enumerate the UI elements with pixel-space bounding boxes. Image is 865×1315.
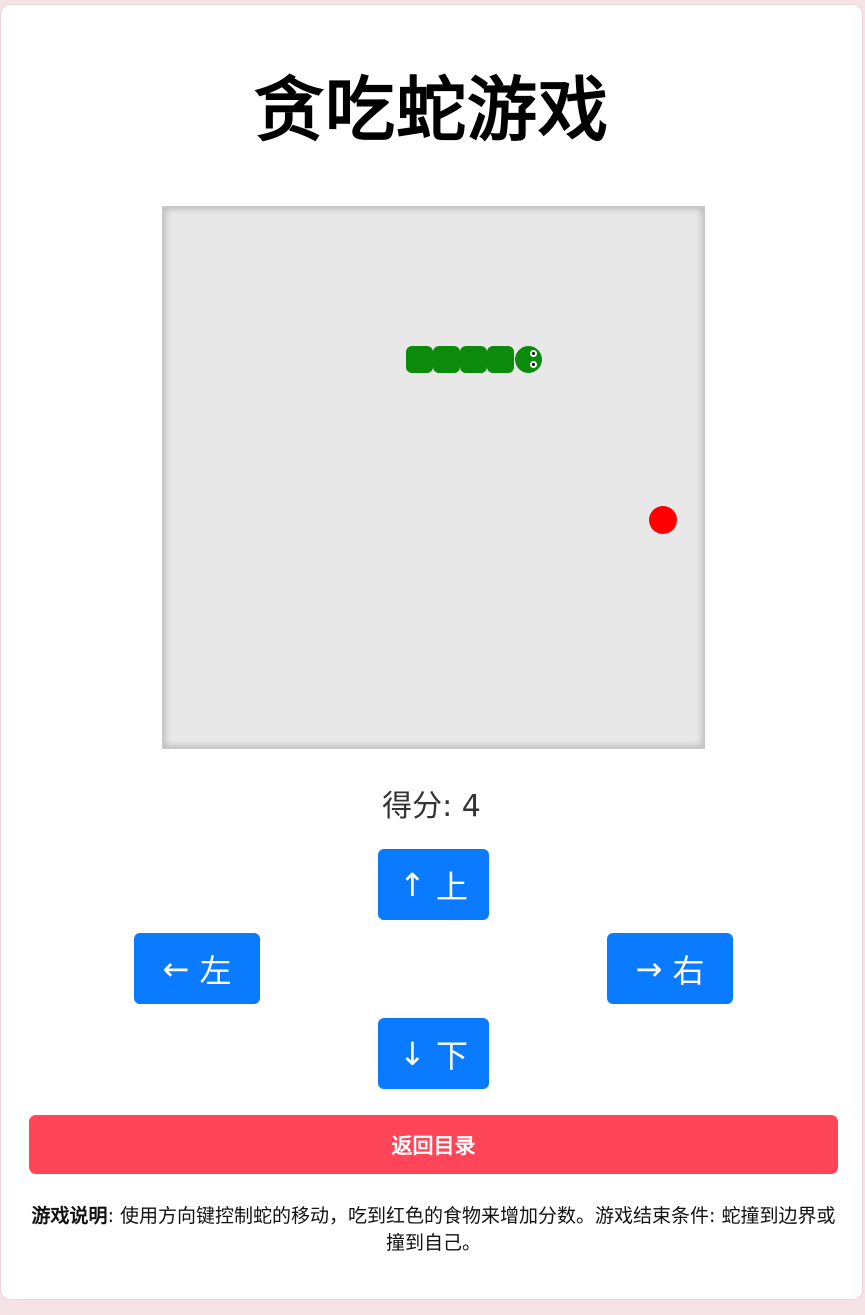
snake-body-segment (433, 346, 460, 373)
game-card: 贪吃蛇游戏 得分: 4 ↑ 上 ← 左 → 右 ↓ 下 返回目录 游戏说明: 使… (0, 4, 863, 1300)
left-button[interactable]: ← 左 (134, 933, 260, 1004)
score-label: 得分: (382, 789, 453, 824)
snake-eye (530, 361, 537, 368)
arrow-left-icon: ← (162, 949, 190, 988)
up-button[interactable]: ↑ 上 (378, 849, 489, 920)
up-label: 上 (435, 867, 468, 906)
down-label: 下 (435, 1036, 468, 1075)
snake-body-segment (460, 346, 487, 373)
left-label: 左 (199, 951, 232, 990)
arrow-down-icon: ↓ (399, 1034, 426, 1073)
food-dot (649, 506, 677, 534)
back-to-menu-button[interactable]: 返回目录 (29, 1115, 838, 1174)
right-label: 右 (672, 951, 705, 990)
snake-eye (530, 350, 537, 357)
game-board[interactable] (162, 206, 705, 749)
snake-body-segment (406, 346, 433, 373)
down-button[interactable]: ↓ 下 (378, 1018, 489, 1089)
right-button[interactable]: → 右 (607, 933, 733, 1004)
instructions-text: : 使用方向键控制蛇的移动，吃到红色的食物来增加分数。游戏结束条件: 蛇撞到边界… (107, 1205, 836, 1254)
score-value: 4 (461, 789, 481, 824)
snake-head (515, 346, 542, 373)
instructions: 游戏说明: 使用方向键控制蛇的移动，吃到红色的食物来增加分数。游戏结束条件: 蛇… (31, 1203, 836, 1257)
arrow-up-icon: ↑ (399, 865, 426, 904)
score-display: 得分: 4 (1, 781, 862, 825)
instructions-heading: 游戏说明 (31, 1205, 108, 1227)
arrow-right-icon: → (635, 949, 663, 988)
page-title: 贪吃蛇游戏 (254, 69, 609, 151)
snake-body-segment (487, 346, 514, 373)
